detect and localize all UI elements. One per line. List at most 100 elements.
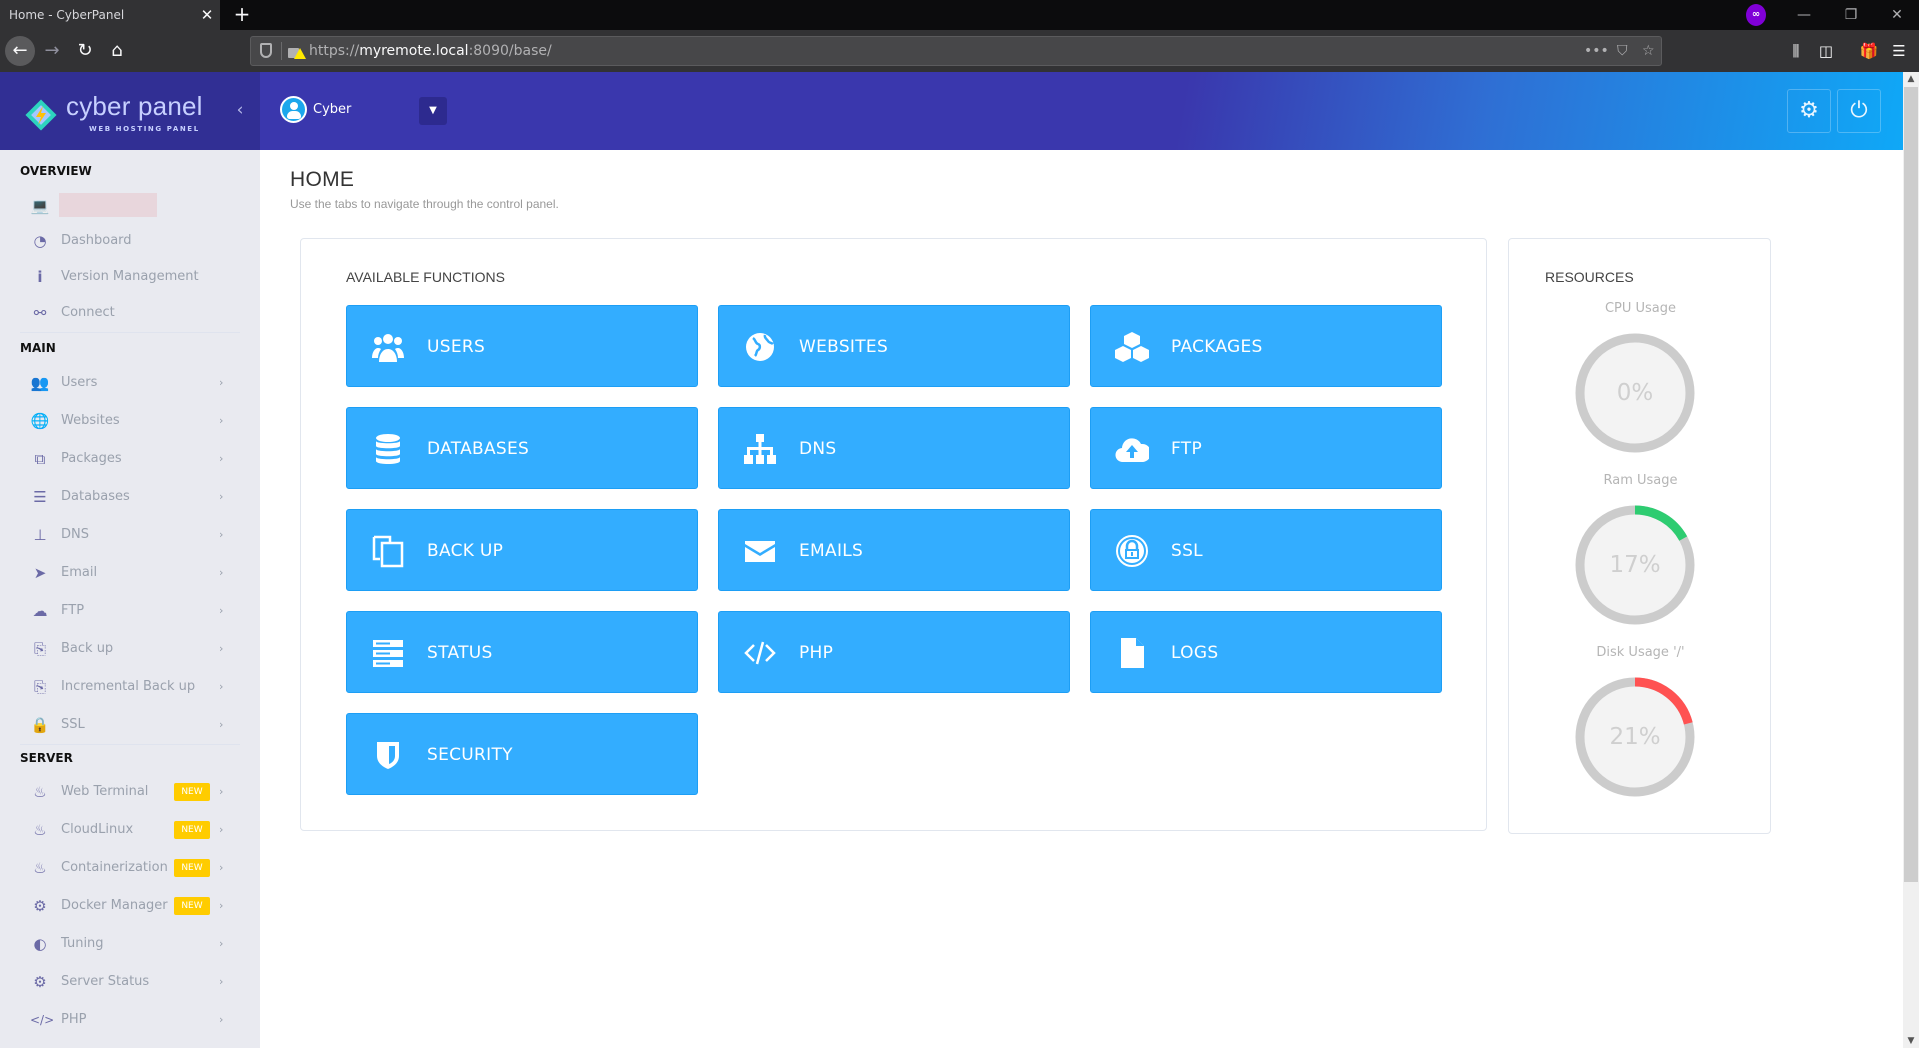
page-scrollbar[interactable]: ▲ ▼ — [1903, 72, 1919, 1048]
chevron-right-icon: › — [219, 604, 224, 617]
function-dns-button[interactable]: DNS — [718, 407, 1070, 489]
sidebar-item-label: Users — [61, 375, 98, 390]
pocket-icon[interactable]: ⛉ — [1617, 41, 1628, 61]
menu-icon[interactable]: ☰ — [1887, 38, 1911, 64]
sidebar-item-websites[interactable]: 🌐 Websites › — [0, 406, 240, 436]
cubes-icon: ⧉ — [34, 450, 46, 468]
sidebar-item-label: FTP — [61, 603, 85, 618]
user-dropdown-button[interactable]: ▼ — [419, 97, 447, 125]
function-ftp-button[interactable]: FTP — [1090, 407, 1442, 489]
sidebar-item-dns[interactable]: ⊥ DNS › — [0, 520, 240, 550]
function-emails-button[interactable]: EMAILS — [718, 509, 1070, 591]
gift-icon[interactable]: 🎁 — [1857, 38, 1881, 64]
sidebar-item-label: Back up — [61, 641, 114, 656]
sidebar-item-server-status[interactable]: ⚙ Server Status › — [0, 967, 240, 997]
function-users-button[interactable]: USERS — [346, 305, 698, 387]
adjust-icon: ◐ — [33, 935, 47, 953]
laptop-icon: 💻 — [30, 197, 50, 215]
scroll-down-icon[interactable]: ▼ — [1903, 1034, 1919, 1048]
function-logs-button[interactable]: LOGS — [1090, 611, 1442, 693]
function-status-button[interactable]: STATUS — [346, 611, 698, 693]
sidebar-icon[interactable]: ◫ — [1814, 38, 1838, 64]
sidebar-item-backup[interactable]: ⎘ Back up › — [0, 634, 240, 664]
function-packages-button[interactable]: PACKAGES — [1090, 305, 1442, 387]
settings-button[interactable]: ⚙ — [1787, 89, 1831, 133]
lock-warning-icon[interactable] — [288, 42, 306, 60]
sidebar-item-email[interactable]: ➤ Email › — [0, 558, 240, 588]
function-databases-button[interactable]: DATABASES — [346, 407, 698, 489]
sidebar-item-redacted[interactable]: 💻 — [0, 191, 240, 221]
function-security-button[interactable]: SECURITY — [346, 713, 698, 795]
star-icon[interactable]: ☆ — [1642, 41, 1655, 61]
sidebar-item-docker-manager[interactable]: ⚙ Docker Manager NEW › — [0, 891, 240, 921]
logo-icon — [25, 99, 57, 131]
sidebar-item-containerization[interactable]: ♨ Containerization NEW › — [0, 853, 240, 883]
sidebar-item-packages[interactable]: ⧉ Packages › — [0, 444, 240, 474]
ram-usage-label: Ram Usage — [1603, 473, 1678, 488]
gear-icon: ⚙ — [1799, 98, 1819, 123]
function-label: WEBSITES — [799, 337, 889, 357]
sidebar-item-ssl[interactable]: 🔒 SSL › — [0, 710, 240, 740]
user-name[interactable]: Cyber — [313, 100, 351, 120]
sidebar-item-databases[interactable]: ☰ Databases › — [0, 482, 240, 512]
fire-icon: ♨ — [33, 821, 47, 839]
function-label: DATABASES — [427, 439, 530, 459]
tracking-shield-icon[interactable] — [260, 43, 272, 58]
sidebar-item-cloudlinux[interactable]: ♨ CloudLinux NEW › — [0, 815, 240, 845]
close-tab-icon[interactable]: ✕ — [197, 0, 217, 30]
restore-icon[interactable]: ❐ — [1831, 0, 1871, 30]
close-window-icon[interactable]: ✕ — [1877, 0, 1917, 30]
dashboard-icon: ◔ — [33, 232, 47, 250]
logout-button[interactable]: ⏻ — [1837, 89, 1881, 133]
copy-icon: ⎘ — [33, 640, 46, 658]
minimize-icon[interactable]: — — [1784, 0, 1824, 30]
sidebar-item-incremental-backup[interactable]: ⎘ Incremental Back up › — [0, 672, 240, 702]
sidebar-item-label: DNS — [61, 527, 89, 542]
brand[interactable]: cyber panel WEB HOSTING PANEL ‹ — [0, 72, 260, 150]
sidebar-item-users[interactable]: 👥 Users › — [0, 368, 240, 398]
reload-icon[interactable]: ↻ — [70, 36, 100, 66]
copy-icon — [372, 535, 404, 568]
app-header: cyber panel WEB HOSTING PANEL ‹ Cyber ▼ … — [0, 72, 1903, 150]
scroll-up-icon[interactable]: ▲ — [1903, 72, 1919, 86]
library-icon[interactable]: ⫼ — [1784, 38, 1808, 64]
users-icon — [372, 334, 404, 362]
home-icon[interactable]: ⌂ — [102, 36, 132, 66]
sidebar-item-php[interactable]: </> PHP › — [0, 1005, 240, 1035]
url-text[interactable]: https://myremote.local:8090/base/ — [309, 37, 552, 65]
sidebar-item-ftp[interactable]: ☁ FTP › — [0, 596, 240, 626]
gear-icon: ⚙ — [33, 973, 47, 991]
function-ssl-button[interactable]: SSL — [1090, 509, 1442, 591]
function-back-up-button[interactable]: BACK UP — [346, 509, 698, 591]
sidebar-item-web-terminal[interactable]: ♨ Web Terminal NEW › — [0, 777, 240, 807]
collapse-sidebar-icon[interactable]: ‹ — [232, 100, 248, 120]
function-php-button[interactable]: PHP — [718, 611, 1070, 693]
sidebar-item-label: Server Status — [61, 974, 150, 989]
sidebar-item-tuning[interactable]: ◐ Tuning › — [0, 929, 240, 959]
more-icon[interactable]: ••• — [1584, 41, 1609, 61]
sidebar-item-label: Web Terminal — [61, 784, 149, 799]
sidebar-item-label: Connect — [61, 305, 115, 320]
new-tab-icon[interactable]: + — [230, 0, 254, 30]
user-avatar[interactable] — [280, 96, 307, 123]
sidebar-item-version-management[interactable]: i Version Management — [0, 262, 240, 292]
cloud-upload-icon: ☁ — [32, 602, 48, 620]
page-title: HOME — [290, 168, 355, 191]
function-label: USERS — [427, 337, 486, 357]
function-websites-button[interactable]: WEBSITES — [718, 305, 1070, 387]
back-icon[interactable]: ← — [5, 36, 35, 66]
url-bar[interactable]: https://myremote.local:8090/base/ ••• ⛉ … — [250, 36, 1662, 66]
cogs-icon: ⚙ — [33, 897, 47, 915]
chevron-right-icon: › — [219, 718, 224, 731]
scroll-thumb[interactable] — [1904, 87, 1918, 882]
sidebar-item-connect[interactable]: ⚯ Connect — [0, 298, 240, 328]
users-icon: 👥 — [30, 374, 50, 392]
browser-tab[interactable]: Home - CyberPanel ✕ — [0, 0, 220, 30]
sidebar-item-label: PHP — [61, 1012, 87, 1027]
chevron-right-icon: › — [219, 680, 224, 693]
function-label: FTP — [1171, 439, 1203, 459]
sidebar-item-label: Tuning — [61, 936, 104, 951]
sidebar-item-label: Websites — [61, 413, 120, 428]
sidebar-item-dashboard[interactable]: ◔ Dashboard — [0, 226, 240, 256]
forward-icon[interactable]: → — [37, 36, 67, 66]
